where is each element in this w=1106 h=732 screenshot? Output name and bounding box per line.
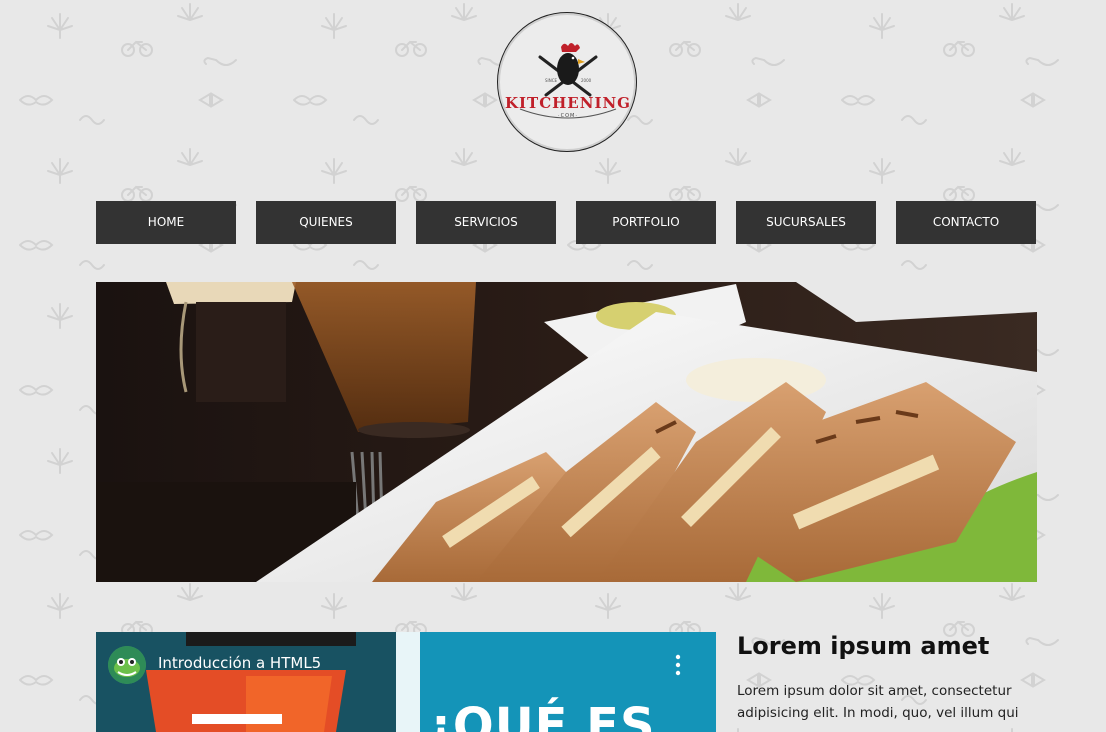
nav-portfolio-button[interactable]: PORTFOLIO xyxy=(576,201,716,244)
logo-since-label: SINCE xyxy=(545,78,558,83)
nav-contacto-button[interactable]: CONTACTO xyxy=(896,201,1036,244)
nav-sucursales-button[interactable]: SUCURSALES xyxy=(736,201,876,244)
chef-rooster-icon xyxy=(519,43,617,119)
nav-servicios-button[interactable]: SERVICIOS xyxy=(416,201,556,244)
video-title[interactable]: Introducción a HTML5 xyxy=(158,654,321,672)
page: SINCE 2000 KITCHENING ·COM· HOME QUIENES… xyxy=(0,0,1106,732)
food-photo-illustration xyxy=(96,282,1037,582)
article-title: Lorem ipsum amet xyxy=(737,632,990,660)
more-options-icon[interactable] xyxy=(672,652,684,678)
main-navigation: HOME QUIENES SERVICIOS PORTFOLIO SUCURSA… xyxy=(96,201,1036,244)
logo-suffix: ·COM· xyxy=(558,113,578,119)
logo-year-label: 2000 xyxy=(581,78,592,83)
site-logo[interactable]: SINCE 2000 KITCHENING ·COM· xyxy=(497,12,637,152)
channel-avatar-icon[interactable] xyxy=(108,646,146,684)
nav-quienes-button[interactable]: QUIENES xyxy=(256,201,396,244)
hero-food-image xyxy=(96,282,1037,582)
nav-home-button[interactable]: HOME xyxy=(96,201,236,244)
article-body: Lorem ipsum dolor sit amet, consectetur … xyxy=(737,683,1019,721)
video-player[interactable]: Introducción a HTML5 ¡QUÉ ES xyxy=(96,632,716,732)
logo-wordmark: KITCHENING xyxy=(504,94,631,112)
video-thumbnail-text: ¡QUÉ ES xyxy=(430,698,656,732)
